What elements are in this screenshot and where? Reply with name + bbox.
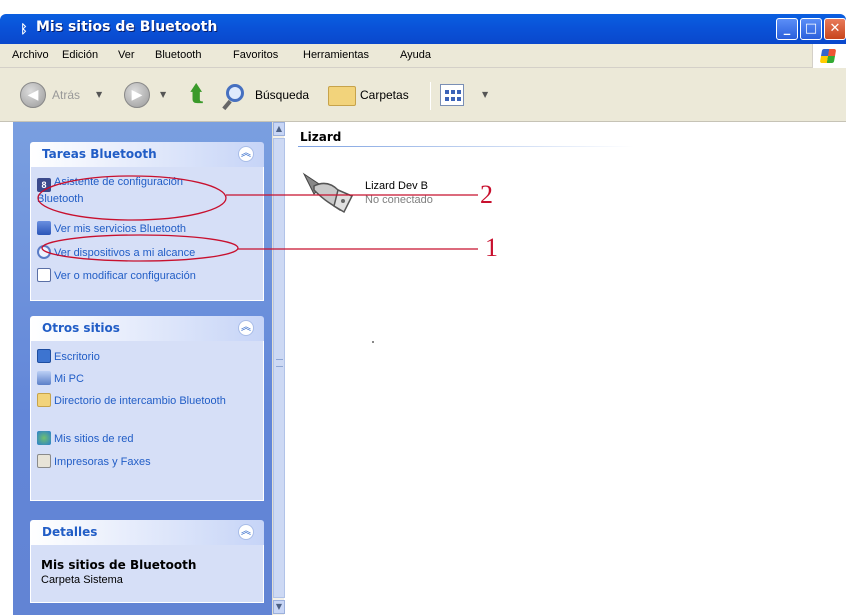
- search-button[interactable]: Búsqueda: [255, 88, 309, 102]
- close-button[interactable]: ✕: [824, 18, 846, 40]
- maximize-button[interactable]: □: [800, 18, 822, 40]
- toolbar: ◀ Atrás ▼ ▶ ▼ ⮬ Búsqueda Carpetas ▼: [0, 68, 846, 122]
- place-printers[interactable]: Impresoras y Faxes: [37, 454, 151, 470]
- forward-arrow-icon[interactable]: ▶: [124, 82, 150, 108]
- panel-header[interactable]: Detalles ︽: [30, 520, 264, 545]
- annotation-label-1: 1: [485, 233, 498, 262]
- menu-edicion[interactable]: Edición: [62, 49, 98, 61]
- task-view-devices[interactable]: Ver dispositivos a mi alcance: [37, 245, 195, 261]
- panel-body: 8 Asistente de configuración Bluetooth Ve…: [30, 167, 264, 301]
- folders-icon[interactable]: [328, 86, 356, 106]
- title-bar[interactable]: ᛒ Mis sitios de Bluetooth _ □ ✕: [0, 14, 846, 44]
- scroll-down-icon[interactable]: ▼: [273, 600, 285, 614]
- group-divider: [298, 146, 634, 147]
- desktop-icon: [37, 349, 51, 363]
- my-computer-icon: [37, 371, 51, 385]
- folders-button[interactable]: Carpetas: [360, 88, 409, 102]
- back-button[interactable]: Atrás: [52, 88, 80, 102]
- task-pane: Tareas Bluetooth ︽ 8 Asistente de configu…: [13, 122, 272, 615]
- device-name[interactable]: Lizard Dev B: [365, 180, 428, 192]
- collapse-icon[interactable]: ︽: [238, 524, 254, 540]
- panel-header[interactable]: Tareas Bluetooth ︽: [30, 142, 264, 167]
- search-devices-icon: [37, 245, 51, 259]
- details-type: Carpeta Sistema: [41, 574, 123, 586]
- explorer-window: ᛒ Mis sitios de Bluetooth _ □ ✕ Archivo …: [0, 0, 846, 615]
- window-title: Mis sitios de Bluetooth: [36, 19, 218, 35]
- scroll-thumb[interactable]: [273, 138, 285, 598]
- views-dropdown-icon[interactable]: ▼: [482, 90, 488, 99]
- folder-icon: [37, 393, 51, 407]
- network-icon: [37, 431, 51, 445]
- menu-ver[interactable]: Ver: [118, 49, 135, 61]
- panel-header[interactable]: Otros sitios ︽: [30, 316, 264, 341]
- panel-body: Mis sitios de Bluetooth Carpeta Sistema: [30, 545, 264, 603]
- stray-dot: [372, 341, 374, 343]
- collapse-icon[interactable]: ︽: [238, 320, 254, 336]
- menu-bluetooth[interactable]: Bluetooth: [155, 49, 201, 61]
- details-panel: Detalles ︽ Mis sitios de Bluetooth Carpe…: [30, 520, 264, 603]
- bluetooth-icon: ᛒ: [20, 22, 28, 36]
- windows-logo-icon: [812, 44, 846, 68]
- task-wizard[interactable]: 8 Asistente de configuración Bluetooth: [37, 175, 227, 207]
- menu-favoritos[interactable]: Favoritos: [233, 49, 278, 61]
- bluetooth-tasks-panel: Tareas Bluetooth ︽ 8 Asistente de configu…: [30, 142, 264, 301]
- group-header: Lizard: [300, 130, 342, 144]
- panel-body: Escritorio Mi PC Directorio de intercamb…: [30, 341, 264, 501]
- other-places-panel: Otros sitios ︽ Escritorio Mi PC Director…: [30, 316, 264, 501]
- forward-dropdown-icon[interactable]: ▼: [160, 90, 166, 99]
- bluetooth-wizard-icon: 8: [37, 178, 51, 192]
- back-arrow-icon[interactable]: ◀: [20, 82, 46, 108]
- toolbar-separator: [430, 82, 431, 110]
- place-exchange-folder[interactable]: Directorio de intercambio Bluetooth: [37, 393, 227, 409]
- menu-ayuda[interactable]: Ayuda: [400, 49, 431, 61]
- menu-bar: Archivo Edición Ver Bluetooth Favoritos …: [0, 44, 846, 68]
- scroll-up-icon[interactable]: ▲: [273, 122, 285, 136]
- menu-archivo[interactable]: Archivo: [12, 49, 49, 61]
- search-icon[interactable]: [222, 82, 250, 111]
- folder-up-icon[interactable]: ⮬: [184, 82, 210, 108]
- panel-title: Tareas Bluetooth: [42, 147, 157, 161]
- views-icon[interactable]: [440, 84, 464, 106]
- back-dropdown-icon[interactable]: ▼: [96, 90, 102, 99]
- place-my-computer[interactable]: Mi PC: [37, 371, 84, 387]
- printer-icon: [37, 454, 51, 468]
- panel-title: Detalles: [42, 525, 98, 539]
- task-services[interactable]: Ver mis servicios Bluetooth: [37, 221, 186, 237]
- settings-icon: [37, 268, 51, 282]
- place-desktop[interactable]: Escritorio: [37, 349, 100, 365]
- annotation-label-2: 2: [480, 180, 493, 209]
- services-icon: [37, 221, 51, 235]
- menu-herramientas[interactable]: Herramientas: [303, 49, 369, 61]
- task-settings[interactable]: Ver o modificar configuración: [37, 268, 196, 284]
- minimize-button[interactable]: _: [776, 18, 798, 40]
- vertical-scrollbar[interactable]: ▲ ▼: [272, 122, 285, 615]
- device-status: No conectado: [365, 194, 433, 206]
- panel-title: Otros sitios: [42, 321, 120, 335]
- collapse-icon[interactable]: ︽: [238, 146, 254, 162]
- place-network[interactable]: Mis sitios de red: [37, 431, 133, 447]
- serial-connector-icon[interactable]: [300, 168, 358, 214]
- details-name: Mis sitios de Bluetooth: [41, 558, 197, 572]
